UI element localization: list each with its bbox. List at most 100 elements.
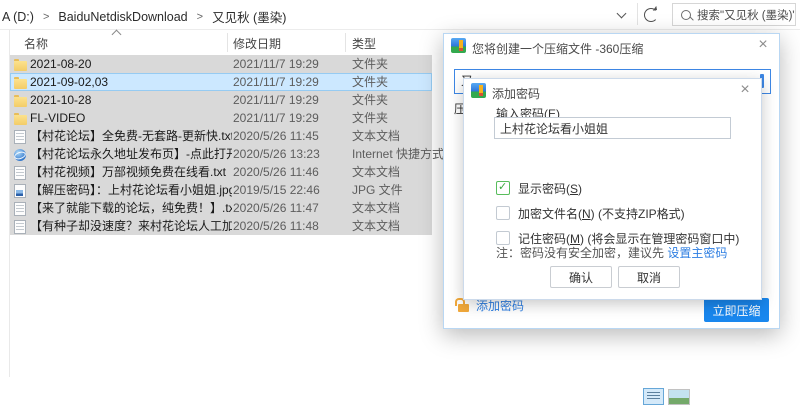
file-name: 2021-08-20 [30,55,232,73]
file-row[interactable]: 【村花视频】万部视频免费在线看.txt 2020/5/26 11:46 文本文档 [10,163,432,181]
toolbar-divider [637,3,638,25]
file-row[interactable]: FL-VIDEO 2021/11/7 19:29 文件夹 [10,109,432,127]
thumbnails-view-icon[interactable] [668,389,690,405]
file-date: 2020/5/26 13:23 [233,145,320,163]
column-separator [345,33,346,52]
file-date: 2019/5/15 22:46 [233,181,320,199]
checkbox-row[interactable]: 加密文件名(N) (不支持ZIP格式) [496,205,739,221]
file-date: 2020/5/26 11:47 [233,199,319,217]
internet-icon [14,149,26,161]
file-name: 【解压密码】：上村花论坛看小姐姐.jpg [30,181,232,199]
search-box[interactable]: 搜索"又见秋 (墨染)" [672,3,796,26]
breadcrumb-folder[interactable]: BaiduNetdiskDownload [58,10,187,24]
file-row[interactable]: 2021-09-02,03 2021/11/7 19:29 文件夹 [10,73,432,91]
column-header-type[interactable]: 类型 [352,35,376,52]
checkbox[interactable] [496,231,510,245]
password-dialog-titlebar[interactable]: 添加密码 × [464,79,761,102]
text-icon [14,130,26,144]
set-master-password-link[interactable]: 设置主密码 [667,246,727,260]
view-toggles [643,388,690,405]
compress-now-button[interactable]: 立即压缩 [704,298,769,322]
file-row[interactable]: 【来了就能下载的论坛，纯免费！】.txt 2020/5/26 11:47 文本文… [10,199,432,217]
column-header-name[interactable]: 名称 [24,35,48,52]
file-type: Internet 快捷方式 [352,145,444,163]
checkbox-label: 加密文件名(N) (不支持ZIP格式) [518,205,685,222]
breadcrumb[interactable]: A (D:) > BaiduNetdiskDownload > 又见秋 (墨染) [2,7,286,26]
file-type: 文本文档 [352,163,400,181]
password-note: 注：密码没有安全加密，建议先 设置主密码 [496,244,727,261]
file-name: FL-VIDEO [30,109,232,127]
file-name: 【村花视频】万部视频免费在线看.txt [30,163,232,181]
explorer-toolbar: A (D:) > BaiduNetdiskDownload > 又见秋 (墨染)… [0,0,800,30]
folder-icon [14,79,27,89]
password-dialog-title: 添加密码 [492,85,540,102]
folder-icon [14,97,27,107]
checkbox-label-key: N [582,207,591,221]
text-icon [14,220,26,234]
file-date: 2021/11/7 19:29 [233,73,319,91]
file-type: 文件夹 [352,73,388,91]
cancel-button[interactable]: 取消 [618,266,680,288]
file-row[interactable]: 【有种子却没速度？来村花论坛人工加... 2020/5/26 11:48 文本文… [10,217,432,235]
breadcrumb-drive[interactable]: A (D:) [2,10,34,24]
file-type: 文本文档 [352,199,400,217]
file-name: 【来了就能下载的论坛，纯免费！】.txt [30,199,232,217]
file-row[interactable]: 【村花论坛】全免费-无套路-更新快.txt 2020/5/26 11:45 文本… [10,127,432,145]
checkbox-label-key: S [570,182,578,196]
details-view-icon[interactable] [643,388,664,405]
file-name: 【村花论坛】全免费-无套路-更新快.txt [30,127,232,145]
file-type: 文件夹 [352,55,388,73]
archive-app-icon [471,83,486,98]
password-input[interactable] [494,117,731,139]
screen: A (D:) > BaiduNetdiskDownload > 又见秋 (墨染)… [0,0,800,409]
close-icon[interactable]: × [737,82,753,98]
checkbox-label-post: ) (不支持ZIP格式) [591,207,685,221]
compress-dialog-title: 您将创建一个压缩文件 -360压缩 [472,40,643,57]
checkbox-label-pre: 加密文件名( [518,207,582,221]
breadcrumb-separator-icon: > [43,11,49,23]
file-row[interactable]: 2021-10-28 2021/11/7 19:29 文件夹 [10,91,432,109]
file-type: 文件夹 [352,91,388,109]
file-row[interactable]: 【村花论坛永久地址发布页】-点此打开 2020/5/26 13:23 Inter… [10,145,432,163]
file-date: 2020/5/26 11:46 [233,163,319,181]
checkbox-checked-icon[interactable] [496,181,510,195]
search-icon [681,10,691,20]
jpg-icon [14,184,26,198]
checkbox[interactable] [496,206,510,220]
folder-icon [14,115,27,125]
confirm-button[interactable]: 确认 [550,266,612,288]
sort-ascending-icon [112,30,122,40]
file-date: 2020/5/26 11:48 [233,217,319,235]
password-note-text: 注：密码没有安全加密，建议先 [496,246,667,260]
refresh-icon[interactable] [644,8,658,22]
address-dropdown-icon[interactable] [614,8,628,22]
text-icon [14,166,26,180]
file-row[interactable]: 2021-08-20 2021/11/7 19:29 文件夹 [10,55,432,73]
breadcrumb-separator-icon: > [197,11,203,23]
folder-icon [14,61,27,71]
file-date: 2021/11/7 19:29 [233,55,319,73]
file-name: 【村花论坛永久地址发布页】-点此打开 [30,145,232,163]
file-name: 2021-10-28 [30,91,232,109]
compress-dialog-titlebar[interactable]: 您将创建一个压缩文件 -360压缩 × [444,34,779,57]
file-date: 2021/11/7 19:29 [233,91,319,109]
file-list: 2021-08-20 2021/11/7 19:29 文件夹 2021-09-0… [10,55,432,235]
checkbox-row[interactable]: 显示密码(S) [496,180,739,196]
file-type: 文本文档 [352,127,400,145]
close-icon[interactable]: × [755,37,771,53]
file-name: 2021-09-02,03 [30,73,232,91]
file-type: 文件夹 [352,109,388,127]
file-date: 2020/5/26 11:45 [233,127,319,145]
file-row[interactable]: 【解压密码】：上村花论坛看小姐姐.jpg 2019/5/15 22:46 JPG… [10,181,432,199]
checkbox-label-post: ) [578,182,582,196]
file-type: 文本文档 [352,217,400,235]
file-date: 2021/11/7 19:29 [233,109,319,127]
checkbox-label-pre: 显示密码( [518,182,570,196]
column-separator [227,33,228,52]
breadcrumb-current-folder[interactable]: 又见秋 (墨染) [212,7,286,26]
file-name: 【有种子却没速度？来村花论坛人工加... [30,217,232,235]
column-header-date[interactable]: 修改日期 [233,35,281,52]
search-input[interactable]: 搜索"又见秋 (墨染)" [697,7,795,23]
column-headers: 名称 修改日期 类型 [0,30,440,54]
lock-icon [458,304,469,312]
